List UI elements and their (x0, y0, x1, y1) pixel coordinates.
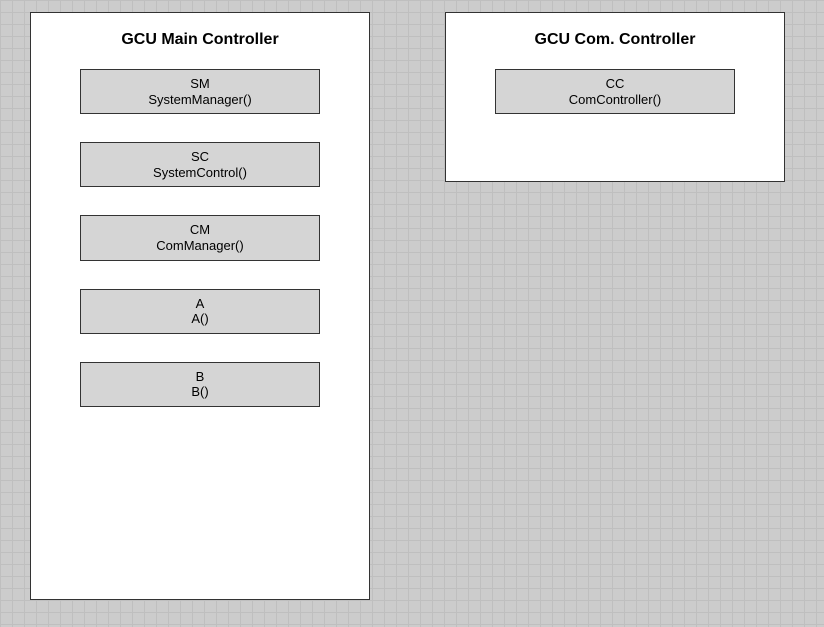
component-sc: SC SystemControl() (80, 142, 320, 187)
gcu-com-controller-box: GCU Com. Controller CC ComController() (445, 12, 785, 182)
component-cc: CC ComController() (495, 69, 735, 114)
component-cc-name: CC (496, 76, 734, 92)
component-cc-func: ComController() (496, 92, 734, 108)
component-sm: SM SystemManager() (80, 69, 320, 114)
component-cm-func: ComManager() (81, 238, 319, 254)
gcu-com-controller-title: GCU Com. Controller (446, 31, 784, 49)
component-a: A A() (80, 289, 320, 334)
component-b-func: B() (81, 384, 319, 400)
component-b: B B() (80, 362, 320, 407)
component-sm-func: SystemManager() (81, 92, 319, 108)
component-cm-name: CM (81, 222, 319, 238)
component-sm-name: SM (81, 76, 319, 92)
component-b-name: B (81, 369, 319, 385)
component-sc-func: SystemControl() (81, 165, 319, 181)
component-a-name: A (81, 296, 319, 312)
gcu-main-controller-title: GCU Main Controller (31, 31, 369, 49)
component-cm: CM ComManager() (80, 215, 320, 260)
component-sc-name: SC (81, 149, 319, 165)
component-a-func: A() (81, 311, 319, 327)
gcu-main-controller-box: GCU Main Controller SM SystemManager() S… (30, 12, 370, 600)
